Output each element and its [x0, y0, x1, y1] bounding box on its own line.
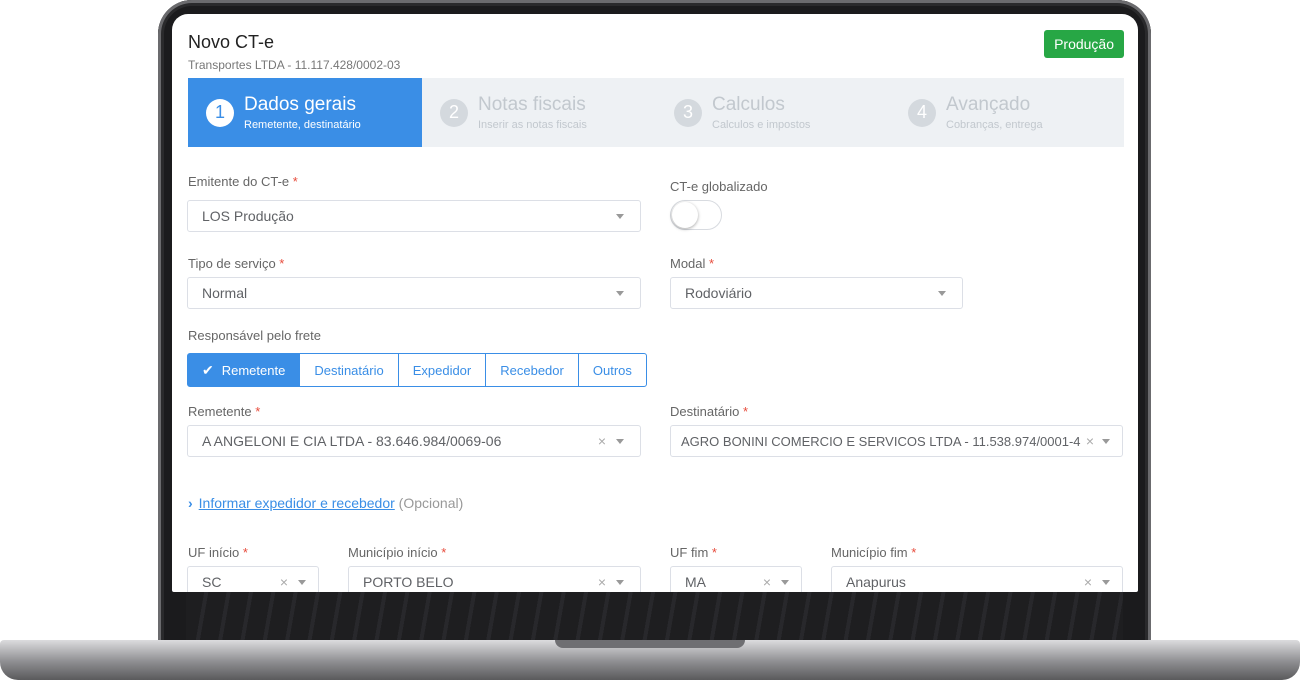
modal-select[interactable]: Rodoviário [670, 277, 963, 309]
chevron-down-icon [1102, 438, 1110, 444]
tipo-servico-select[interactable]: Normal [187, 277, 641, 309]
clear-icon[interactable]: × [598, 433, 606, 449]
step-calculos[interactable]: 3 Calculos Calculos e impostos [656, 78, 890, 147]
emitente-label: Emitente do CT-e * [188, 174, 298, 189]
expedidor-recebedor-link[interactable]: Informar expedidor e recebedor [199, 495, 395, 511]
toggle-knob [672, 202, 698, 228]
step-title: Dados gerais [244, 93, 356, 115]
remetente-select[interactable]: A ANGELONI E CIA LTDA - 83.646.984/0069-… [187, 425, 641, 457]
company-subtitle: Transportes LTDA - 11.117.428/0002-03 [188, 58, 401, 72]
destinatario-label: Destinatário * [670, 404, 749, 419]
uf-fim-select[interactable]: MA × [670, 566, 802, 592]
step-title: Avançado [946, 93, 1031, 115]
responsavel-button-group: ✔ Remetente Destinatário Expedidor Receb… [187, 353, 647, 387]
step-desc: Inserir as notas fiscais [478, 118, 587, 131]
chevron-down-icon [781, 579, 789, 585]
uf-fim-label: UF fim * [670, 545, 717, 560]
responsavel-expedidor-button[interactable]: Expedidor [397, 353, 487, 387]
uf-inicio-label: UF início * [188, 545, 248, 560]
chevron-down-icon [616, 213, 624, 219]
municipio-inicio-label: Município início * [348, 545, 447, 560]
laptop-notch [555, 640, 745, 648]
clear-icon[interactable]: × [1084, 574, 1092, 590]
wizard-steps: 1 Dados gerais Remetente, destinatário 2… [188, 78, 1124, 147]
app-screen: Novo CT-e Transportes LTDA - 11.117.428/… [172, 14, 1138, 592]
step-avancado[interactable]: 4 Avançado Cobranças, entrega [890, 78, 1124, 147]
clear-icon[interactable]: × [280, 574, 288, 590]
chevron-right-icon: › [188, 495, 193, 511]
municipio-inicio-select[interactable]: PORTO BELO × [348, 566, 641, 592]
clear-icon[interactable]: × [598, 574, 606, 590]
step-number: 2 [440, 98, 468, 127]
step-desc: Cobranças, entrega [946, 118, 1043, 131]
environment-badge[interactable]: Produção [1044, 30, 1124, 58]
step-notas-fiscais[interactable]: 2 Notas fiscais Inserir as notas fiscais [422, 78, 656, 147]
globalizado-label: CT-e globalizado [670, 179, 768, 194]
chevron-down-icon [298, 579, 306, 585]
laptop-keyboard [186, 592, 1123, 642]
responsavel-recebedor-button[interactable]: Recebedor [485, 353, 579, 387]
step-number: 1 [206, 98, 234, 127]
step-desc: Calculos e impostos [712, 118, 811, 131]
destinatario-select[interactable]: AGRO BONINI COMERCIO E SERVICOS LTDA - 1… [670, 425, 1123, 457]
check-icon: ✔ [202, 361, 214, 378]
responsavel-remetente-button[interactable]: ✔ Remetente [187, 353, 301, 387]
chevron-down-icon [616, 579, 624, 585]
step-number: 4 [908, 98, 936, 127]
responsavel-label: Responsável pelo frete [188, 328, 321, 343]
clear-icon[interactable]: × [763, 574, 771, 590]
responsavel-outros-button[interactable]: Outros [577, 353, 647, 387]
modal-label: Modal * [670, 256, 715, 271]
step-dados-gerais[interactable]: 1 Dados gerais Remetente, destinatário [188, 78, 422, 147]
municipio-fim-select[interactable]: Anapurus × [831, 566, 1123, 592]
chevron-down-icon [616, 438, 624, 444]
globalizado-toggle[interactable] [670, 200, 722, 230]
step-desc: Remetente, destinatário [244, 118, 361, 131]
uf-inicio-select[interactable]: SC × [187, 566, 319, 592]
responsavel-destinatario-button[interactable]: Destinatário [299, 353, 399, 387]
clear-icon[interactable]: × [1086, 433, 1094, 449]
chevron-down-icon [1102, 579, 1110, 585]
municipio-fim-label: Município fim * [831, 545, 917, 560]
step-number: 3 [674, 98, 702, 127]
chevron-down-icon [938, 290, 946, 296]
expedidor-recebedor-row: › Informar expedidor e recebedor (Opciona… [188, 495, 464, 511]
step-title: Calculos [712, 93, 785, 115]
emitente-select[interactable]: LOS Produção [187, 200, 641, 232]
tipo-servico-label: Tipo de serviço * [188, 256, 285, 271]
page-title: Novo CT-e [188, 32, 275, 52]
chevron-down-icon [616, 290, 624, 296]
remetente-label: Remetente * [188, 404, 261, 419]
step-title: Notas fiscais [478, 93, 586, 115]
